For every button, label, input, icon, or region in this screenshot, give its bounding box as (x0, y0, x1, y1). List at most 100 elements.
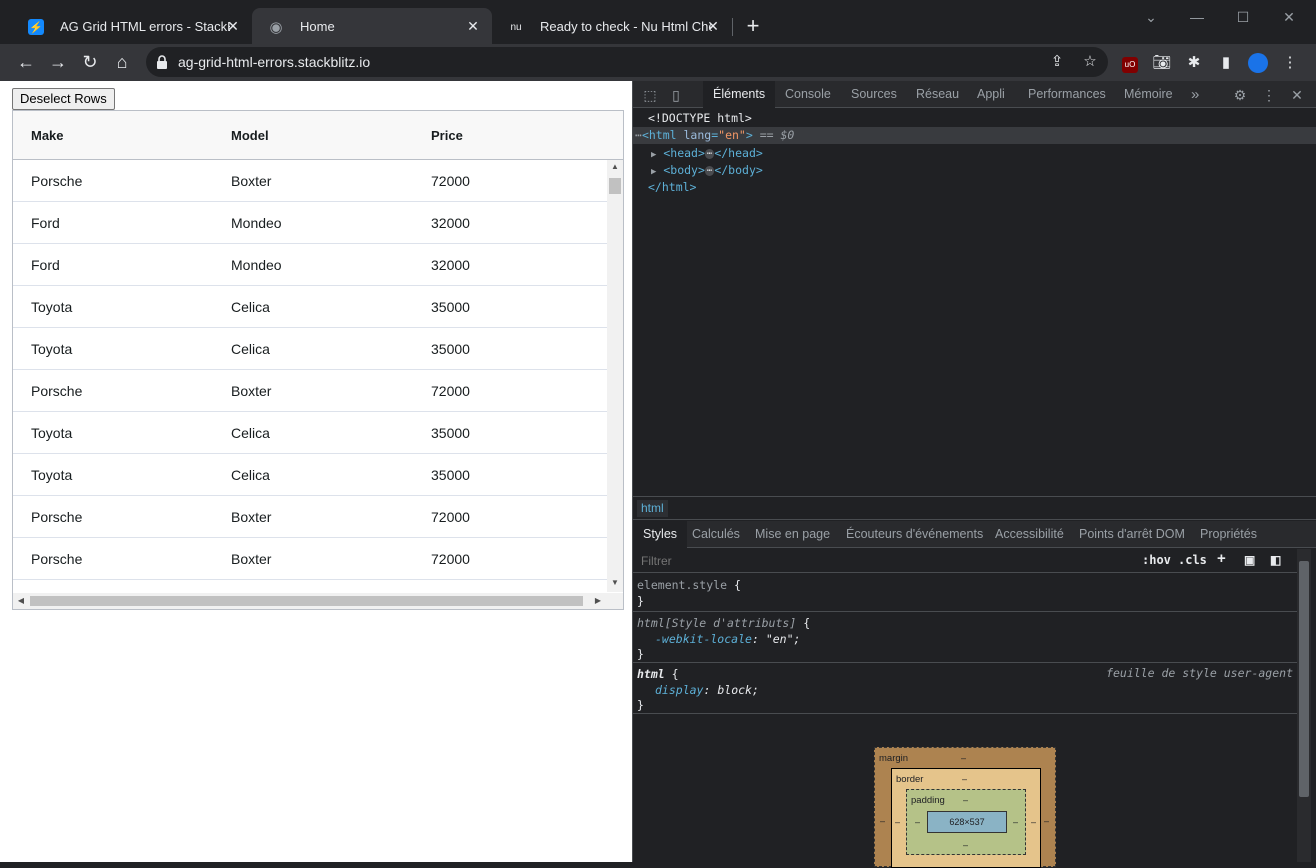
address-bar[interactable]: ag-grid-html-errors.stackblitz.io ⇪ ☆ (146, 47, 1108, 77)
rule-selector[interactable]: html[Style d'attributs] (637, 616, 796, 630)
tab-elements[interactable]: Éléments (703, 81, 776, 108)
class-toggle[interactable]: .cls (1178, 553, 1207, 567)
share-icon[interactable]: ⇪ (1047, 52, 1067, 72)
home-icon[interactable]: ⌂ (110, 50, 134, 74)
tab-console[interactable]: Console (785, 81, 831, 108)
tab-event-listeners[interactable]: Écouteurs d'événements (846, 521, 983, 548)
table-row[interactable]: Toyota Celica 35000 (13, 286, 607, 328)
reload-icon[interactable]: ↻ (78, 50, 102, 74)
table-row[interactable]: Ford Mondeo 32000 (13, 244, 607, 286)
box-model-padding[interactable]: padding – – – – 628×537 (906, 789, 1026, 855)
tab-stackblitz[interactable]: ⚡ AG Grid HTML errors - StackBlitz ✕ (12, 8, 252, 44)
minimize-icon[interactable]: — (1182, 6, 1212, 28)
settings-gear-icon[interactable]: ⚙ (1231, 86, 1249, 104)
tab-search-icon[interactable]: ⌄ (1136, 6, 1166, 28)
tab-home[interactable]: ◉ Home ✕ (252, 8, 492, 44)
close-devtools-icon[interactable]: ✕ (1288, 86, 1306, 104)
grid-body: Porsche Boxter 72000 Ford Mondeo 32000 F… (13, 160, 607, 580)
url-text[interactable]: ag-grid-html-errors.stackblitz.io (178, 54, 370, 70)
rule-selector[interactable]: element.style (637, 578, 727, 592)
hover-state-toggle[interactable]: :hov (1142, 553, 1171, 567)
dom-html-close[interactable]: </html> (633, 179, 1316, 196)
dom-html-node[interactable]: ⋯<html lang="en"> == $0 (633, 127, 1316, 144)
tab-performance[interactable]: Performances (1028, 81, 1106, 108)
tab-application[interactable]: Appli (977, 81, 1005, 108)
scroll-left-icon[interactable]: ◀ (13, 593, 29, 609)
scroll-up-icon[interactable]: ▲ (607, 160, 623, 174)
more-tabs-icon[interactable]: » (1191, 81, 1199, 108)
scrollbar-thumb[interactable] (609, 178, 621, 194)
column-header-make[interactable]: Make (31, 128, 64, 143)
devtools-menu-icon[interactable]: ⋮ (1260, 86, 1278, 104)
tab-computed[interactable]: Calculés (692, 521, 740, 548)
table-row[interactable]: Porsche Boxter 72000 (13, 538, 607, 580)
css-value: block; (717, 683, 759, 697)
bookmark-star-icon[interactable]: ☆ (1080, 52, 1100, 72)
vertical-scrollbar[interactable]: ▲ ▼ (607, 160, 623, 592)
tab-layout[interactable]: Mise en page (755, 521, 830, 548)
close-tab-icon[interactable]: ✕ (704, 17, 722, 35)
breadcrumb-html[interactable]: html (637, 500, 668, 517)
rule-selector[interactable]: html (637, 667, 665, 681)
close-tab-icon[interactable]: ✕ (224, 17, 242, 35)
expand-arrow-icon[interactable]: ▶ (651, 150, 656, 160)
maximize-icon[interactable]: ☐ (1228, 6, 1258, 28)
paint-brush-icon[interactable]: ▣ (1244, 553, 1255, 567)
forward-icon[interactable]: → (46, 50, 70, 74)
tab-network[interactable]: Réseau (916, 81, 959, 108)
styles-filter-bar: :hov .cls + ▣ ◧ (633, 549, 1297, 573)
box-model-border[interactable]: border – – – padding – – – – 628×537 (891, 768, 1041, 868)
tab-properties[interactable]: Propriétés (1200, 521, 1257, 548)
tab-memory[interactable]: Mémoire (1124, 81, 1173, 108)
table-row[interactable]: Toyota Celica 35000 (13, 328, 607, 370)
scroll-right-icon[interactable]: ▶ (590, 593, 606, 609)
collapsed-ellipsis[interactable]: ⋯ (704, 165, 715, 176)
styles-filter-input[interactable] (637, 551, 1131, 571)
table-row[interactable]: Porsche Boxter 72000 (13, 496, 607, 538)
box-model-margin[interactable]: margin – – – border – – – padding – – – … (874, 747, 1056, 868)
column-header-price[interactable]: Price (431, 128, 463, 143)
tab-nu-checker[interactable]: nu Ready to check - Nu Html Checker ✕ (492, 8, 732, 44)
profile-avatar-icon[interactable] (1248, 53, 1268, 73)
scrollbar-thumb[interactable] (1299, 561, 1309, 797)
box-model-content[interactable]: 628×537 (927, 811, 1007, 833)
css-value[interactable]: "en"; (766, 632, 801, 646)
new-rule-plus-icon[interactable]: + (1217, 550, 1226, 567)
cell-make: Ford (31, 257, 60, 273)
toggle-sidebar-icon[interactable]: ◧ (1270, 553, 1281, 567)
horizontal-scrollbar[interactable]: ◀ ▶ (13, 593, 623, 609)
table-row[interactable]: Toyota Celica 35000 (13, 454, 607, 496)
cell-model: Mondeo (231, 215, 282, 231)
scrollbar-thumb[interactable] (30, 596, 583, 606)
dom-body-node[interactable]: ▶ <body> ⋯ </body> (633, 162, 1316, 179)
column-header-model[interactable]: Model (231, 128, 269, 143)
table-row[interactable]: Porsche Boxter 72000 (13, 370, 607, 412)
tab-dom-breakpoints[interactable]: Points d'arrêt DOM (1079, 521, 1185, 548)
dom-doctype[interactable]: <!DOCTYPE html> (633, 110, 1316, 127)
ublock-icon[interactable]: uO (1120, 53, 1140, 73)
table-row[interactable]: Porsche Boxter 72000 (13, 160, 607, 202)
tab-sources[interactable]: Sources (851, 81, 897, 108)
collapsed-ellipsis[interactable]: ⋯ (704, 148, 715, 159)
tab-accessibility[interactable]: Accessibilité (995, 521, 1064, 548)
extensions-puzzle-icon[interactable]: ✱ (1184, 53, 1204, 73)
close-window-icon[interactable]: ✕ (1274, 6, 1304, 28)
side-panel-icon[interactable]: ▮ (1216, 53, 1236, 73)
tab-styles[interactable]: Styles (633, 521, 688, 548)
table-row[interactable]: Ford Mondeo 32000 (13, 202, 607, 244)
browser-menu-icon[interactable]: ⋮ (1280, 53, 1300, 73)
inspect-element-icon[interactable]: ⬚ (641, 86, 659, 104)
scroll-down-icon[interactable]: ▼ (607, 576, 623, 590)
device-toolbar-icon[interactable]: ▯ (667, 86, 685, 104)
close-tab-icon[interactable]: ✕ (464, 17, 482, 35)
table-row[interactable]: Toyota Celica 35000 (13, 412, 607, 454)
css-property[interactable]: -webkit-locale (655, 632, 752, 646)
styles-scrollbar[interactable] (1297, 549, 1311, 862)
deselect-rows-button[interactable]: Deselect Rows (12, 88, 115, 110)
expand-arrow-icon[interactable]: ▶ (651, 167, 656, 177)
back-icon[interactable]: ← (14, 50, 38, 74)
camera-icon[interactable]: 📷︎ (1152, 53, 1172, 73)
new-tab-button[interactable]: + (742, 15, 764, 38)
stackblitz-icon: ⚡ (28, 19, 44, 35)
dom-head-node[interactable]: ▶ <head> ⋯ </head> (633, 145, 1316, 162)
